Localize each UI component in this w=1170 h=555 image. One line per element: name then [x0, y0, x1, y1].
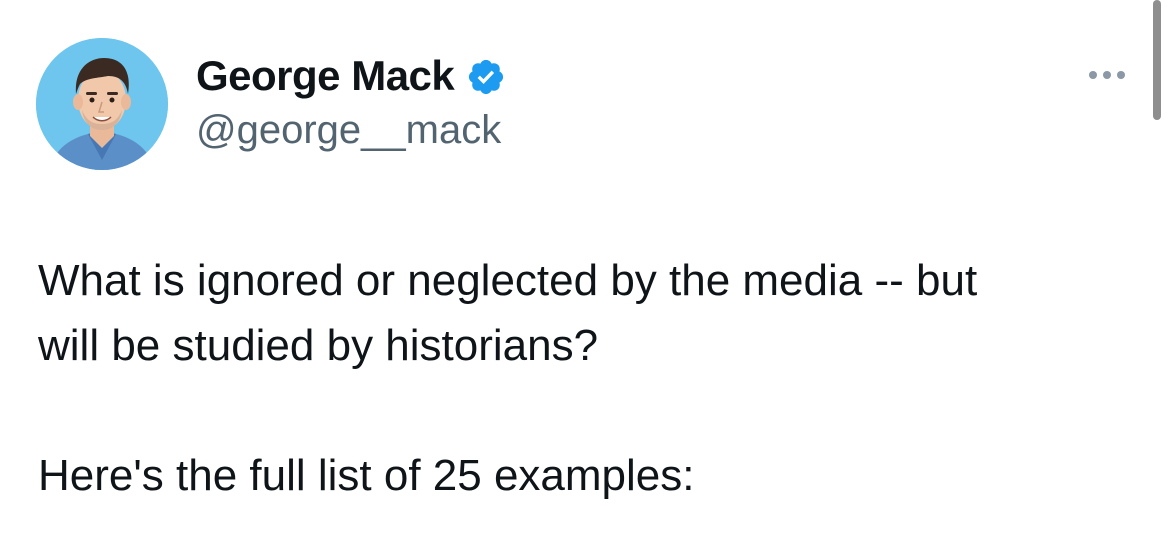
tweet-text-line: Here's the full list of 25 examples:	[38, 451, 695, 500]
tweet-text-line: will be studied by historians?	[38, 321, 599, 370]
tweet-text: What is ignored or neglected by the medi…	[38, 248, 1138, 508]
author-handle[interactable]: @george__mack	[196, 108, 501, 153]
avatar[interactable]	[36, 38, 168, 170]
more-options-button[interactable]	[1082, 60, 1132, 90]
verified-badge-icon	[466, 57, 506, 97]
tweet-card: George Mack @george__mack What is ignore…	[0, 0, 1170, 555]
tweet-text-line: What is ignored or neglected by the medi…	[38, 256, 978, 305]
scrollbar[interactable]	[1153, 0, 1161, 120]
more-horizontal-icon-dot	[1117, 71, 1125, 79]
display-name[interactable]: George Mack	[196, 52, 455, 100]
author-name-row: George Mack	[196, 50, 506, 102]
more-horizontal-icon	[1089, 71, 1097, 79]
avatar-illustration	[36, 38, 168, 170]
more-horizontal-icon-dot	[1103, 71, 1111, 79]
